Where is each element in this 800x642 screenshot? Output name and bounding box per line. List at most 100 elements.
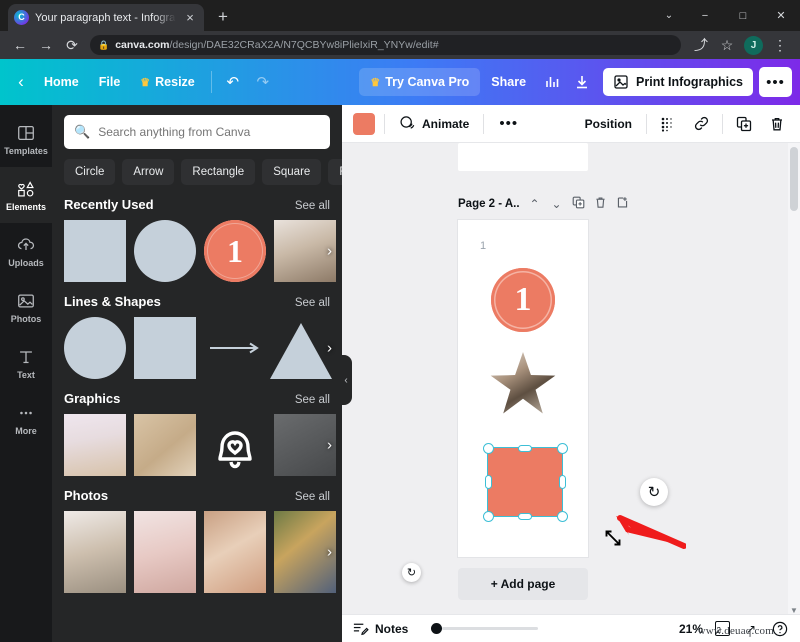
see-all-photos[interactable]: See all — [295, 491, 330, 503]
see-all-graphics[interactable]: See all — [295, 394, 330, 406]
page-duplicate-icon[interactable] — [572, 196, 586, 212]
selected-square-shape[interactable] — [487, 447, 563, 517]
reload-icon[interactable]: ⟳ — [60, 33, 84, 57]
vertical-scrollbar[interactable]: ▼ — [788, 143, 800, 618]
maximize-icon[interactable]: □ — [724, 0, 762, 31]
sidebar-item-more[interactable]: More — [0, 391, 52, 447]
page-canvas[interactable]: 1 1 — [458, 220, 588, 557]
rotate-button-side[interactable]: ↻ — [640, 478, 668, 506]
graphic-dried-flowers-frame[interactable] — [64, 414, 126, 476]
photo-white-bouquet[interactable] — [64, 511, 126, 593]
redo-icon[interactable]: ↷ — [248, 67, 278, 97]
header-more-button[interactable]: ••• — [759, 67, 792, 97]
sidebar-item-elements[interactable]: Elements — [0, 167, 52, 223]
sidebar-item-photos[interactable]: Photos — [0, 279, 52, 335]
graphic-bell-heart[interactable] — [204, 414, 266, 476]
handle-bottom-right[interactable] — [556, 510, 568, 522]
tab-search-caret-icon[interactable]: ⌄ — [652, 0, 686, 31]
element-light-square[interactable] — [64, 220, 126, 282]
panel-collapse-handle[interactable]: ‹ — [340, 355, 352, 405]
shape-triangle[interactable] — [270, 317, 332, 379]
search-box[interactable]: 🔍 — [64, 115, 330, 149]
object-more-button[interactable]: ••• — [493, 115, 524, 132]
address-bar[interactable]: 🔒 canva.com/design/DAE32CRaX2A/N7QCBYw8i… — [90, 35, 681, 55]
share-icon[interactable]: ⤴ — [689, 33, 713, 57]
back-icon[interactable]: ← — [8, 33, 32, 57]
element-light-circle[interactable] — [134, 220, 196, 282]
page-lock-icon[interactable] — [616, 196, 630, 212]
page-move-down-icon[interactable]: ⌄ — [550, 197, 564, 211]
position-button[interactable]: Position — [580, 113, 637, 135]
photo-pink-tulip[interactable] — [134, 511, 196, 593]
sidebar-item-templates[interactable]: Templates — [0, 111, 52, 167]
sidebar-item-uploads[interactable]: Uploads — [0, 223, 52, 279]
zoom-slider[interactable] — [431, 623, 539, 634]
vscroll-thumb[interactable] — [790, 147, 798, 211]
carousel-next-icon-recently-used[interactable]: › — [327, 243, 332, 260]
photo-woman-in-flowers[interactable] — [204, 511, 266, 593]
section-recently-used: Recently Used See all 1 › — [52, 185, 342, 282]
file-menu-button[interactable]: File — [89, 69, 131, 95]
minimize-icon[interactable]: − — [686, 0, 724, 31]
graphic-beige-texture[interactable] — [134, 414, 196, 476]
animate-button[interactable]: Animate — [394, 111, 474, 136]
chip-rectangle[interactable]: Rectangle — [181, 159, 256, 185]
chip-circle[interactable]: Circle — [64, 159, 116, 185]
chip-frame-partial[interactable]: F — [328, 159, 342, 185]
share-button[interactable]: Share — [480, 68, 537, 96]
fill-color-swatch[interactable] — [353, 112, 375, 135]
rotate-handle-below[interactable]: ↻ — [402, 563, 421, 582]
handle-top-center[interactable] — [518, 444, 532, 452]
download-icon[interactable] — [567, 67, 597, 97]
element-medal-one[interactable]: 1 — [204, 220, 266, 282]
sidebar-item-text[interactable]: Text — [0, 335, 52, 391]
duplicate-icon[interactable] — [732, 112, 756, 136]
analytics-icon[interactable] — [537, 67, 567, 97]
zoom-slider-knob[interactable] — [431, 623, 443, 634]
carousel-next-icon-graphics[interactable]: › — [327, 437, 332, 454]
notes-button[interactable]: Notes — [352, 620, 408, 637]
forward-icon[interactable]: → — [34, 33, 58, 57]
browser-tab[interactable]: Your paragraph text - Infographic × — [8, 4, 204, 31]
trash-icon[interactable] — [765, 112, 789, 136]
shape-line-and-arrow[interactable] — [204, 317, 262, 379]
carousel-next-icon-photos[interactable]: › — [327, 544, 332, 561]
carousel-next-icon-lines-shapes[interactable]: › — [327, 340, 332, 357]
thumb-row-recently-used: 1 › — [64, 220, 336, 282]
page-move-up-icon[interactable]: ⌃ — [528, 197, 542, 211]
zoom-slider-track[interactable] — [442, 627, 539, 630]
see-all-lines-shapes[interactable]: See all — [295, 297, 330, 309]
add-page-button[interactable]: + Add page — [458, 568, 588, 600]
print-infographics-button[interactable]: Print Infographics — [603, 68, 753, 96]
profile-avatar[interactable]: J — [744, 35, 763, 55]
canvas-medal-badge[interactable]: 1 — [491, 268, 555, 332]
bookmark-star-icon[interactable]: ☆ — [715, 33, 739, 57]
previous-page-thumb[interactable] — [458, 143, 588, 171]
home-button[interactable]: Home — [34, 69, 89, 95]
handle-middle-right[interactable] — [558, 475, 566, 489]
resize-button[interactable]: ♛ Resize — [130, 69, 204, 95]
see-all-recently-used[interactable]: See all — [295, 200, 330, 212]
search-input[interactable] — [98, 125, 320, 139]
browser-menu-icon[interactable]: ⋮ — [768, 33, 792, 57]
chip-arrow[interactable]: Arrow — [122, 159, 175, 185]
tab-close-icon[interactable]: × — [182, 10, 198, 26]
handle-top-right[interactable] — [556, 442, 568, 454]
chip-square[interactable]: Square — [262, 159, 322, 185]
handle-top-left[interactable] — [482, 442, 494, 454]
new-tab-button[interactable]: + — [213, 7, 233, 27]
canvas-scroll-area[interactable]: Page 2 - A.. ⌃ ⌄ 1 1 ↻ ↻ + Add page — [342, 143, 800, 604]
close-window-icon[interactable]: ✕ — [762, 0, 800, 31]
try-canva-pro-button[interactable]: ♛ Try Canva Pro — [359, 68, 481, 96]
header-back-icon[interactable]: ‹ — [8, 72, 34, 92]
shape-circle[interactable] — [64, 317, 126, 379]
link-icon[interactable] — [689, 112, 713, 136]
canvas-star-photo-frame[interactable] — [490, 352, 556, 414]
handle-middle-left[interactable] — [484, 475, 492, 489]
shape-square[interactable] — [134, 317, 196, 379]
undo-icon[interactable]: ↶ — [218, 67, 248, 97]
handle-bottom-center[interactable] — [518, 512, 532, 520]
page-delete-icon[interactable] — [594, 196, 608, 212]
transparency-icon[interactable] — [656, 112, 680, 136]
handle-bottom-left[interactable] — [482, 510, 494, 522]
